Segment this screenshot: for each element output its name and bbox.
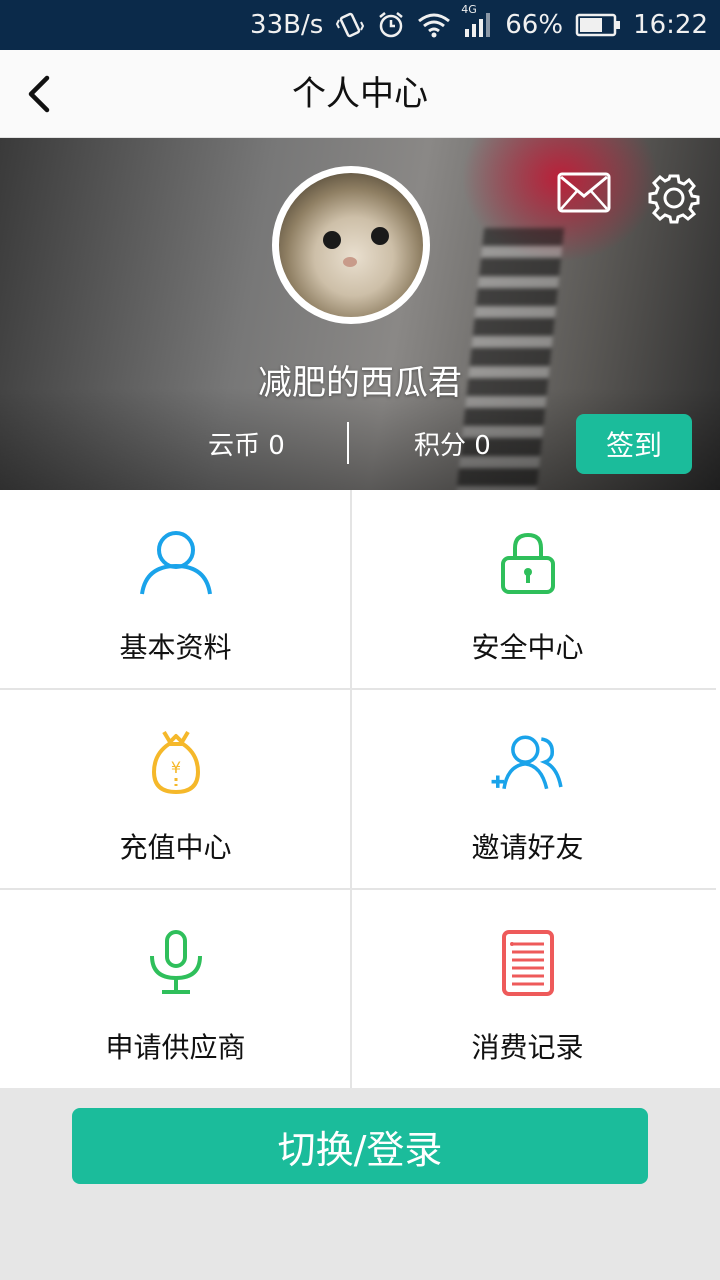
stat-divider xyxy=(347,422,349,464)
avatar-eye xyxy=(323,231,341,249)
microphone-icon xyxy=(136,928,216,998)
menu-item-supplier[interactable]: 申请供应商 xyxy=(0,890,351,1089)
menu-item-basic-info[interactable]: 基本资料 xyxy=(0,490,351,689)
net-speed: 33B/s xyxy=(250,10,324,40)
signal-icon: 4G xyxy=(461,3,493,39)
menu-item-recharge[interactable]: ¥ 充值中心 xyxy=(0,690,351,889)
avatar-eye xyxy=(371,227,389,245)
username: 减肥的西瓜君 xyxy=(258,363,462,403)
add-friends-icon xyxy=(488,728,568,798)
mail-button[interactable] xyxy=(556,170,612,216)
alarm-icon xyxy=(377,11,405,39)
battery-icon xyxy=(575,13,621,37)
menu-item-label: 充值中心 xyxy=(119,831,232,864)
menu-item-security[interactable]: 安全中心 xyxy=(352,490,703,689)
battery-percent: 66% xyxy=(505,10,564,40)
menu-item-label: 基本资料 xyxy=(119,631,232,664)
coins-count: 云币 0 xyxy=(208,431,285,461)
menu-item-label: 申请供应商 xyxy=(105,1031,246,1064)
menu-item-records[interactable]: 消费记录 xyxy=(352,890,703,1089)
avatar-nose xyxy=(343,257,357,267)
grid-divider xyxy=(0,688,716,690)
gear-icon xyxy=(648,174,700,224)
clock: 16:22 xyxy=(633,10,708,40)
menu-item-invite[interactable]: 邀请好友 xyxy=(352,690,703,889)
wifi-icon xyxy=(417,12,451,38)
page-title: 个人中心 xyxy=(292,74,428,114)
menu-grid: 基本资料 安全中心 ¥ 充值中心 邀请好友 申请供应商 消费记录 xyxy=(0,490,720,1089)
money-bag-icon: ¥ xyxy=(136,728,216,798)
lock-icon xyxy=(488,528,568,598)
records-icon xyxy=(488,928,568,998)
bottom-area: 切换/登录 xyxy=(0,1088,720,1280)
grid-divider xyxy=(350,490,352,1088)
svg-text:¥: ¥ xyxy=(170,758,180,777)
checkin-button[interactable]: 签到 xyxy=(576,414,692,474)
network-type: 4G xyxy=(461,3,477,16)
points-count: 积分 0 xyxy=(414,431,491,461)
settings-button[interactable] xyxy=(648,172,700,224)
menu-item-label: 邀请好友 xyxy=(471,831,584,864)
mail-icon xyxy=(557,172,611,213)
grid-divider xyxy=(0,888,716,890)
user-icon xyxy=(136,528,216,598)
menu-item-label: 安全中心 xyxy=(471,631,584,664)
vibrate-icon xyxy=(335,10,365,40)
status-bar: 33B/s 4G 66% 16:22 xyxy=(0,0,720,50)
avatar[interactable] xyxy=(272,166,430,324)
menu-item-label: 消费记录 xyxy=(471,1031,584,1064)
app-header: 个人中心 xyxy=(0,50,720,138)
switch-login-button[interactable]: 切换/登录 xyxy=(72,1108,648,1184)
